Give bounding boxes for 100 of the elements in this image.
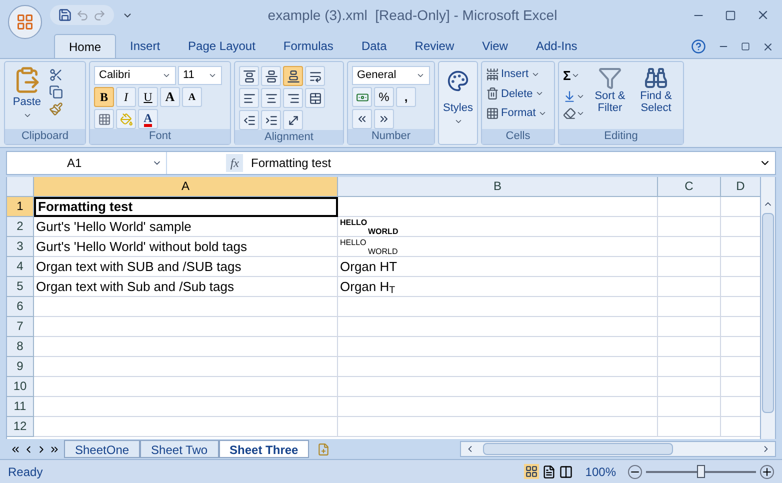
help-icon[interactable] (691, 39, 706, 54)
select-all-corner[interactable] (7, 177, 34, 197)
row-header[interactable]: 7 (7, 317, 34, 337)
cells-button[interactable]: Format (486, 105, 547, 122)
grow-font-button[interactable]: A (160, 87, 180, 107)
cells-button[interactable]: Delete (486, 86, 547, 102)
font-color-button[interactable]: A (138, 109, 158, 129)
table-cell[interactable] (658, 417, 721, 437)
close-icon[interactable] (756, 8, 770, 22)
number-format-field[interactable]: General (352, 66, 430, 85)
scroll-thumb[interactable] (762, 213, 774, 413)
zoom-out-icon[interactable] (628, 464, 642, 478)
column-header[interactable]: C (658, 177, 721, 197)
decrease-decimal-button[interactable] (374, 109, 394, 129)
table-cell[interactable] (34, 337, 338, 357)
table-cell[interactable] (658, 297, 721, 317)
table-cell[interactable] (338, 377, 658, 397)
table-cell[interactable] (658, 357, 721, 377)
italic-button[interactable]: I (116, 87, 136, 107)
row-header[interactable]: 5 (7, 277, 34, 297)
table-cell[interactable] (658, 377, 721, 397)
formula-field[interactable]: Formatting test (247, 152, 759, 174)
column-header[interactable]: B (338, 177, 658, 197)
ribbon-tab[interactable]: Data (347, 34, 401, 58)
function-button[interactable]: fx (226, 154, 243, 172)
vertical-align-button[interactable] (283, 66, 303, 86)
fill-color-button[interactable] (116, 109, 136, 129)
sort-filter-button[interactable]: Sort & Filter (589, 66, 631, 129)
horizontal-scrollbar[interactable] (460, 441, 776, 457)
row-header[interactable]: 3 (7, 237, 34, 257)
normal-view-button[interactable] (524, 464, 540, 479)
table-cell[interactable]: HELLO WORLD (338, 217, 658, 237)
increase-decimal-button[interactable] (352, 109, 372, 129)
table-cell[interactable] (658, 337, 721, 357)
ribbon-tab[interactable]: View (468, 34, 522, 58)
table-cell[interactable]: Organ HT (338, 257, 658, 277)
increase-indent-button[interactable] (261, 110, 281, 130)
orientation-button[interactable] (283, 110, 303, 130)
scroll-thumb[interactable] (483, 443, 674, 455)
selected-cell[interactable]: Formatting test (34, 197, 338, 217)
clear-button[interactable] (563, 106, 585, 120)
table-cell[interactable] (658, 277, 721, 297)
merge-button[interactable] (305, 88, 325, 108)
align-right-button[interactable] (283, 88, 303, 108)
restore-icon[interactable] (741, 42, 750, 51)
table-cell[interactable] (338, 337, 658, 357)
font-name-field[interactable]: Calibri (94, 66, 176, 85)
table-cell[interactable] (338, 297, 658, 317)
font-size-field[interactable]: 11 (178, 66, 222, 85)
last-sheet-icon[interactable] (49, 444, 60, 454)
cut-icon[interactable] (49, 68, 63, 82)
table-cell[interactable] (338, 397, 658, 417)
table-cell[interactable] (34, 397, 338, 417)
row-header[interactable]: 1 (7, 197, 34, 217)
row-header[interactable]: 6 (7, 297, 34, 317)
table-cell[interactable] (658, 257, 721, 277)
comma-button[interactable]: , (396, 87, 416, 107)
styles-button[interactable]: Styles (443, 70, 473, 126)
table-cell[interactable] (338, 197, 658, 217)
table-cell[interactable] (34, 357, 338, 377)
maximize-icon[interactable] (725, 10, 736, 20)
table-cell[interactable] (338, 417, 658, 437)
align-center-button[interactable] (261, 88, 281, 108)
ribbon-tab[interactable]: Formulas (269, 34, 348, 58)
wrap-text-button[interactable] (305, 66, 325, 86)
find-select-button[interactable]: Find & Select (635, 66, 677, 129)
zoom-in-icon[interactable] (760, 464, 774, 478)
underline-button[interactable]: U (138, 87, 158, 107)
ribbon-tab[interactable]: Review (400, 34, 468, 58)
table-cell[interactable]: HELLO WORLD (338, 237, 658, 257)
first-sheet-icon[interactable] (10, 444, 21, 454)
column-header[interactable]: A (34, 177, 338, 197)
undo-icon[interactable] (76, 8, 89, 22)
ribbon-tab[interactable]: Add-Ins (522, 34, 592, 58)
ribbon-tab[interactable]: Page Layout (174, 34, 270, 58)
table-cell[interactable] (338, 357, 658, 377)
row-header[interactable]: 11 (7, 397, 34, 417)
table-cell[interactable] (658, 197, 721, 217)
percent-button[interactable]: % (374, 87, 394, 107)
table-cell[interactable]: Gurt's 'Hello World' sample (34, 217, 338, 237)
autosum-button[interactable]: Σ (563, 66, 585, 86)
page-icon[interactable] (542, 464, 556, 478)
shrink-font-button[interactable]: A (182, 87, 202, 107)
vertical-align-button[interactable] (239, 66, 259, 86)
column-header[interactable]: D (721, 177, 760, 197)
ribbon-tab[interactable]: Home (54, 34, 116, 58)
paste-button[interactable]: Paste (9, 66, 45, 129)
table-cell[interactable]: Organ text with SUB and /SUB tags (34, 257, 338, 277)
vertical-align-button[interactable] (261, 66, 281, 86)
align-left-button[interactable] (239, 88, 259, 108)
fill-button[interactable] (563, 90, 585, 102)
zoom-level[interactable]: 100% (585, 462, 616, 480)
sheet-tab[interactable]: SheetOne (64, 440, 140, 458)
table-cell[interactable] (658, 217, 721, 237)
table-cell[interactable]: Organ text with Sub and /Sub tags (34, 277, 338, 297)
table-cell[interactable] (34, 417, 338, 437)
table-cell[interactable] (658, 317, 721, 337)
table-cell[interactable] (338, 317, 658, 337)
close-icon[interactable] (762, 40, 774, 52)
row-header[interactable]: 4 (7, 257, 34, 277)
